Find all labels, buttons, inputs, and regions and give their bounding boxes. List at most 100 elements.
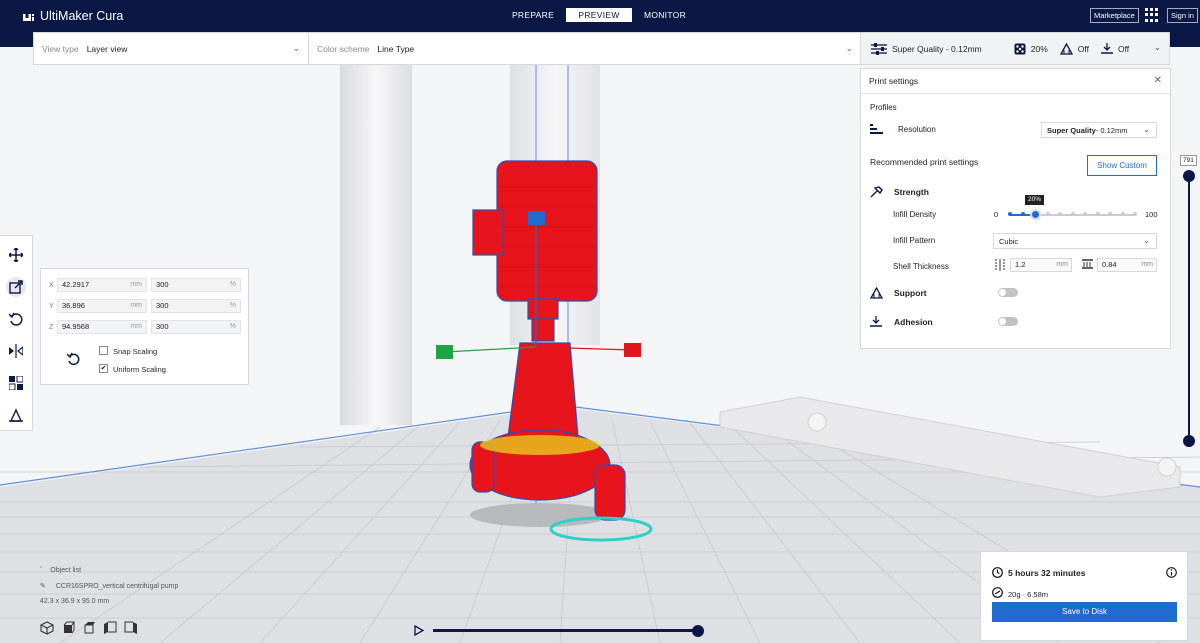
snap-scaling-checkbox[interactable] bbox=[99, 346, 108, 355]
y-size-value: 36.896 bbox=[62, 301, 85, 310]
chevron-down-icon: ⌄ bbox=[1143, 125, 1150, 134]
adhesion-icon bbox=[1100, 42, 1113, 54]
support-summary: Off bbox=[1077, 43, 1089, 54]
object-name-row[interactable]: ✎ CCR16SPRO_vertical centrifugal pump bbox=[40, 582, 178, 590]
infill-pattern-label: Infill Pattern bbox=[893, 236, 936, 245]
y-size-input[interactable]: 36.896 mm bbox=[57, 299, 147, 313]
support-toggle[interactable] bbox=[998, 288, 1018, 297]
infill-pattern-select[interactable]: Cubic ⌄ bbox=[993, 233, 1157, 249]
top-bottom-thickness-icon bbox=[1082, 259, 1093, 269]
wall-thickness-input[interactable]: 1.2 mm bbox=[1010, 258, 1072, 272]
x-percent-value: 300 bbox=[156, 280, 169, 289]
tab-preview[interactable]: PREVIEW bbox=[566, 8, 632, 22]
snap-scaling-label: Snap Scaling bbox=[113, 347, 158, 356]
wall-thickness-icon bbox=[995, 259, 1005, 271]
z-percent-value: 300 bbox=[156, 322, 169, 331]
x-size-input[interactable]: 42.2917 mm bbox=[57, 278, 147, 292]
play-icon[interactable] bbox=[414, 625, 424, 636]
transform-tools bbox=[0, 235, 33, 431]
z-size-input[interactable]: 94.9568 mm bbox=[57, 320, 147, 334]
slider-step-dot bbox=[1108, 212, 1112, 216]
tab-prepare[interactable]: PREPARE bbox=[500, 8, 566, 22]
print-settings-panel: Print settings ✕ Profiles Resolution Sup… bbox=[860, 68, 1171, 349]
unit-label: mm bbox=[130, 323, 142, 330]
sign-in-button[interactable]: Sign in bbox=[1167, 8, 1198, 23]
front-view-icon[interactable] bbox=[61, 621, 75, 635]
layer-slider-top-handle[interactable] bbox=[1183, 170, 1195, 182]
wall-thickness-value: 1.2 bbox=[1015, 260, 1026, 269]
print-time: 5 hours 32 minutes bbox=[1008, 568, 1086, 578]
pencil-icon: ✎ bbox=[40, 583, 46, 590]
object-list-header[interactable]: ˆ Object list bbox=[40, 567, 178, 574]
rotate-icon bbox=[9, 312, 23, 326]
profiles-label: Profiles bbox=[870, 103, 897, 112]
uniform-scaling-checkbox[interactable]: ✔ bbox=[99, 364, 108, 373]
ultimaker-logo-icon bbox=[22, 11, 35, 22]
reset-scale-icon[interactable] bbox=[67, 352, 81, 366]
left-view-icon[interactable] bbox=[103, 621, 117, 635]
apps-grid-icon[interactable] bbox=[1145, 8, 1159, 22]
support-blocker-button[interactable] bbox=[6, 405, 26, 425]
chevron-down-icon: ⌄ bbox=[845, 43, 853, 53]
slider-step-dot bbox=[1070, 212, 1075, 216]
shell-thickness-label: Shell Thickness bbox=[893, 262, 949, 271]
infill-density-slider[interactable] bbox=[1008, 209, 1137, 220]
recommended-label: Recommended print settings bbox=[870, 157, 979, 167]
x-percent-input[interactable]: 300% bbox=[151, 278, 241, 292]
layer-slider-bottom-handle[interactable] bbox=[1183, 435, 1195, 447]
layer-number-label[interactable]: 791 bbox=[1180, 155, 1197, 166]
path-slider-track[interactable] bbox=[433, 629, 699, 632]
close-icon[interactable]: ✕ bbox=[1154, 75, 1162, 86]
object-list: ˆ Object list ✎ CCR16SPRO_vertical centr… bbox=[40, 567, 178, 605]
view-type-dropdown[interactable]: View type Layer view ⌄ bbox=[34, 33, 309, 64]
z-axis-label: Z bbox=[49, 324, 54, 331]
info-icon[interactable] bbox=[1166, 567, 1177, 578]
marketplace-button[interactable]: Marketplace bbox=[1090, 8, 1139, 23]
x-size-value: 42.2917 bbox=[62, 280, 90, 289]
infill-slider-knob[interactable] bbox=[1029, 209, 1041, 220]
show-custom-button[interactable]: Show Custom bbox=[1087, 155, 1157, 176]
resolution-value-suffix: - 0.12mm bbox=[1095, 125, 1128, 135]
build-plate-viewport[interactable]: View type Layer view ⌄ Color scheme Line… bbox=[0, 32, 1200, 643]
y-percent-input[interactable]: 300% bbox=[151, 299, 241, 313]
infill-summary: 20% bbox=[1030, 43, 1048, 54]
resolution-select[interactable]: Super Quality - 0.12mm ⌄ bbox=[1041, 122, 1157, 138]
move-tool-button[interactable] bbox=[6, 245, 26, 265]
rotate-tool-button[interactable] bbox=[6, 309, 26, 329]
right-view-icon[interactable] bbox=[124, 621, 138, 635]
3d-view-icon[interactable] bbox=[40, 621, 54, 635]
top-bottom-thickness-input[interactable]: 0.84 mm bbox=[1097, 258, 1157, 272]
stage-tabs: PREPARE PREVIEW MONITOR bbox=[500, 8, 698, 22]
top-view-icon[interactable] bbox=[82, 621, 96, 635]
scale-tool-button[interactable] bbox=[6, 277, 26, 297]
slider-step-dot bbox=[1133, 212, 1137, 216]
y-percent-value: 300 bbox=[156, 301, 169, 310]
strength-label: Strength bbox=[894, 187, 929, 197]
y-axis-label: Y bbox=[49, 303, 54, 310]
per-model-settings-button[interactable] bbox=[6, 373, 26, 393]
support-icon bbox=[870, 287, 883, 299]
unit-label: % bbox=[229, 281, 236, 288]
print-settings-header: Print settings bbox=[861, 69, 1170, 94]
layer-slider-track[interactable] bbox=[1188, 177, 1190, 441]
slider-step-dot bbox=[1020, 212, 1025, 216]
view-toolbar: View type Layer view ⌄ Color scheme Line… bbox=[33, 32, 862, 65]
view-type-value: Layer view bbox=[86, 43, 128, 54]
slider-step-dot bbox=[1095, 212, 1100, 216]
adhesion-icon bbox=[870, 316, 882, 327]
app-title: UltiMaker Cura bbox=[40, 9, 124, 23]
chevron-down-icon: ⌄ bbox=[1153, 42, 1161, 52]
slider-step-dot bbox=[1058, 212, 1062, 216]
save-to-disk-button[interactable]: Save to Disk bbox=[992, 602, 1177, 622]
z-size-value: 94.9568 bbox=[62, 322, 90, 331]
path-slider-handle[interactable] bbox=[692, 625, 704, 637]
print-estimate-panel: 5 hours 32 minutes 20g · 6.58m Save to D… bbox=[980, 551, 1188, 641]
color-scheme-label: Color scheme bbox=[317, 43, 370, 54]
mirror-tool-button[interactable] bbox=[6, 341, 26, 361]
tab-monitor[interactable]: MONITOR bbox=[632, 8, 698, 22]
x-axis-label: X bbox=[49, 282, 54, 289]
z-percent-input[interactable]: 300% bbox=[151, 320, 241, 334]
color-scheme-dropdown[interactable]: Color scheme Line Type ⌄ bbox=[309, 33, 861, 64]
adhesion-toggle[interactable] bbox=[998, 317, 1018, 326]
print-setup-selector[interactable]: Super Quality - 0.12mm 20% Off Off ⌄ bbox=[860, 32, 1170, 65]
